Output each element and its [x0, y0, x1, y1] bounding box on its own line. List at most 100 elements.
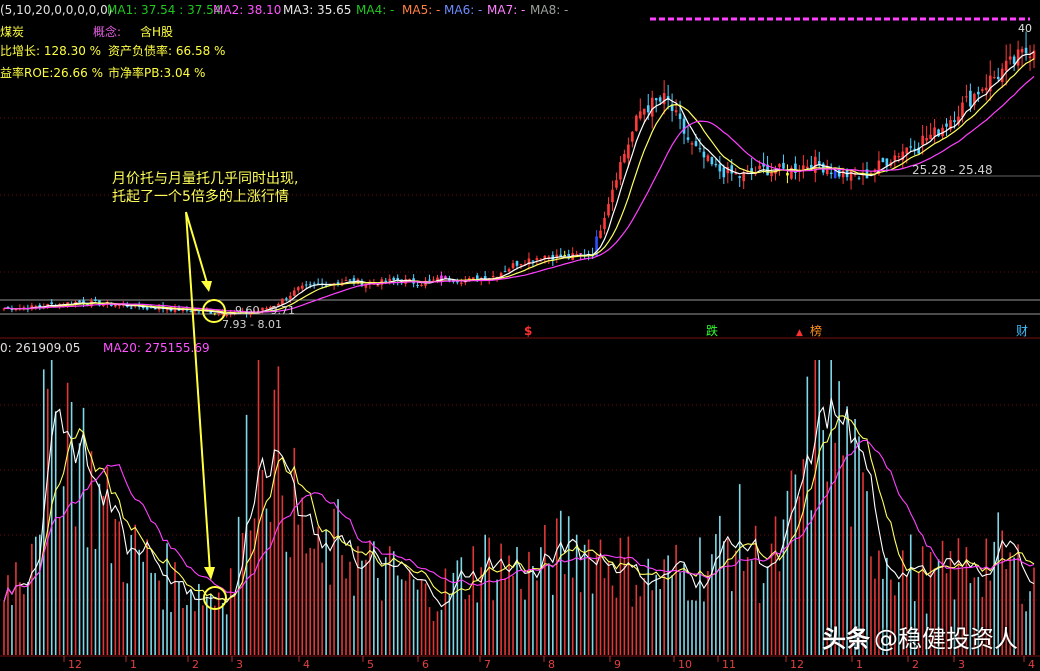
candle-body — [197, 311, 201, 313]
x-tick-label: 5 — [367, 658, 374, 671]
candle-body — [969, 90, 972, 107]
candle-body — [642, 108, 646, 115]
candle-body — [738, 176, 742, 178]
candle-body — [623, 153, 626, 163]
candle-body — [786, 172, 789, 176]
candle-body — [308, 284, 312, 286]
candle-body — [293, 290, 296, 296]
candle-body — [1008, 56, 1012, 60]
candle-body — [38, 304, 42, 307]
x-tick-label: 6 — [422, 658, 429, 671]
candle-body — [1016, 49, 1020, 66]
candle-body — [289, 295, 292, 299]
candle-body — [646, 105, 650, 113]
x-tick-label: 2 — [912, 658, 919, 671]
candle-body — [515, 261, 519, 266]
candle-body — [933, 127, 936, 137]
candle-body — [984, 87, 988, 91]
candle-body — [698, 148, 702, 150]
candle-body — [638, 111, 642, 119]
candle-body — [897, 156, 901, 158]
candle-body — [265, 308, 268, 310]
candle-body — [519, 263, 523, 266]
x-tick-label: 10 — [678, 658, 692, 671]
candle-body — [531, 260, 535, 262]
candle-body — [384, 280, 388, 283]
candle-body — [1020, 48, 1024, 53]
candle-body — [996, 76, 1000, 80]
candle-body — [296, 287, 300, 291]
candle-body — [1012, 56, 1016, 64]
candle-body — [627, 144, 630, 159]
candle-body — [153, 308, 157, 310]
candle-body — [432, 279, 435, 281]
candle-body — [674, 110, 678, 113]
candle-body — [491, 275, 495, 278]
candle-body — [416, 285, 419, 287]
candle-body — [694, 141, 698, 146]
candle-body — [1024, 47, 1028, 54]
candle-body — [658, 97, 662, 102]
candle-body — [953, 120, 956, 122]
candle-body — [1028, 56, 1032, 58]
x-tick-label: 2 — [192, 658, 199, 671]
candle-body — [460, 282, 463, 284]
candle-body — [312, 283, 316, 285]
candle-body — [631, 131, 634, 142]
candle-body — [961, 102, 964, 118]
candle-body — [686, 137, 690, 140]
candle-body — [165, 309, 169, 311]
candle-body — [881, 158, 885, 163]
candle-body — [909, 146, 913, 148]
candle-body — [945, 123, 948, 127]
candle-body — [94, 299, 97, 302]
x-tick-label: 1 — [856, 658, 863, 671]
candle-body — [511, 263, 515, 269]
candle-body — [563, 255, 567, 257]
candle-body — [300, 285, 304, 289]
candle-body — [718, 164, 722, 172]
candle-body — [344, 280, 348, 282]
candle-body — [734, 173, 738, 175]
candle-body — [778, 164, 781, 167]
candle-body — [965, 96, 968, 98]
candle-body — [607, 203, 610, 216]
candle-body — [114, 305, 117, 307]
candle-body — [428, 279, 431, 281]
candle-body — [682, 118, 686, 134]
candle-body — [304, 284, 308, 286]
candle-body — [650, 97, 654, 117]
candle-body — [579, 253, 582, 255]
candle-body — [977, 91, 980, 95]
candle-body — [1000, 68, 1004, 83]
candle-body — [678, 113, 682, 120]
candle-body — [925, 138, 928, 141]
candle-body — [50, 302, 54, 305]
candle-body — [714, 163, 718, 166]
candle-body — [806, 166, 809, 169]
candle-body — [654, 98, 658, 101]
candle-body — [225, 314, 228, 316]
candle-body — [921, 135, 924, 145]
candle-body — [611, 189, 614, 203]
candle-body — [849, 170, 853, 181]
candle-body — [702, 151, 706, 158]
candle-body — [213, 313, 217, 315]
candle-body — [829, 172, 833, 175]
candle-body — [722, 167, 726, 178]
x-tick-label: 1 — [130, 658, 137, 671]
candle-body — [690, 143, 694, 145]
candle-body — [78, 300, 81, 303]
candle-body — [893, 155, 897, 161]
x-tick-label: 9 — [614, 658, 621, 671]
x-tick-label: 3 — [958, 658, 965, 671]
candle-body — [758, 165, 761, 169]
candle-body — [857, 177, 861, 179]
x-tick-label: 7 — [484, 658, 491, 671]
candle-body — [730, 165, 734, 174]
candle-body — [376, 285, 380, 287]
candle-body — [507, 268, 511, 272]
candle-body — [285, 298, 288, 300]
x-tick-label: 12 — [790, 658, 804, 671]
candle-body — [420, 284, 423, 286]
